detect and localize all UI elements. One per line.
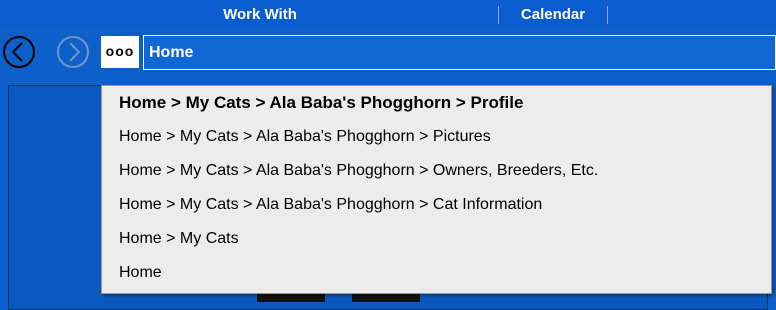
- history-item[interactable]: Home > My Cats > Ala Baba's Phogghorn > …: [119, 122, 491, 152]
- history-item[interactable]: Home: [119, 258, 162, 288]
- menu-work-with[interactable]: Work With: [170, 6, 350, 24]
- back-arrow-icon: [3, 36, 35, 68]
- more-button[interactable]: ooo: [101, 36, 139, 68]
- forward-button[interactable]: [55, 34, 91, 70]
- menu-bar: Work With Calendar: [0, 0, 776, 31]
- menu-calendar[interactable]: Calendar: [498, 6, 608, 24]
- app-window: Work With Calendar ooo Home Home > My Ca…: [0, 0, 776, 310]
- history-item[interactable]: Home > My Cats > Ala Baba's Phogghorn > …: [119, 190, 542, 220]
- back-button[interactable]: [1, 34, 37, 70]
- address-text: Home: [149, 44, 194, 61]
- breadcrumb-history-dropdown: Home > My Cats > Ala Baba's Phogghorn > …: [101, 85, 772, 294]
- forward-arrow-icon: [57, 36, 89, 68]
- history-item[interactable]: Home > My Cats: [119, 224, 239, 254]
- history-item[interactable]: Home > My Cats > Ala Baba's Phogghorn > …: [119, 156, 598, 186]
- history-item-current[interactable]: Home > My Cats > Ala Baba's Phogghorn > …: [119, 88, 523, 118]
- address-bar[interactable]: Home: [143, 35, 776, 70]
